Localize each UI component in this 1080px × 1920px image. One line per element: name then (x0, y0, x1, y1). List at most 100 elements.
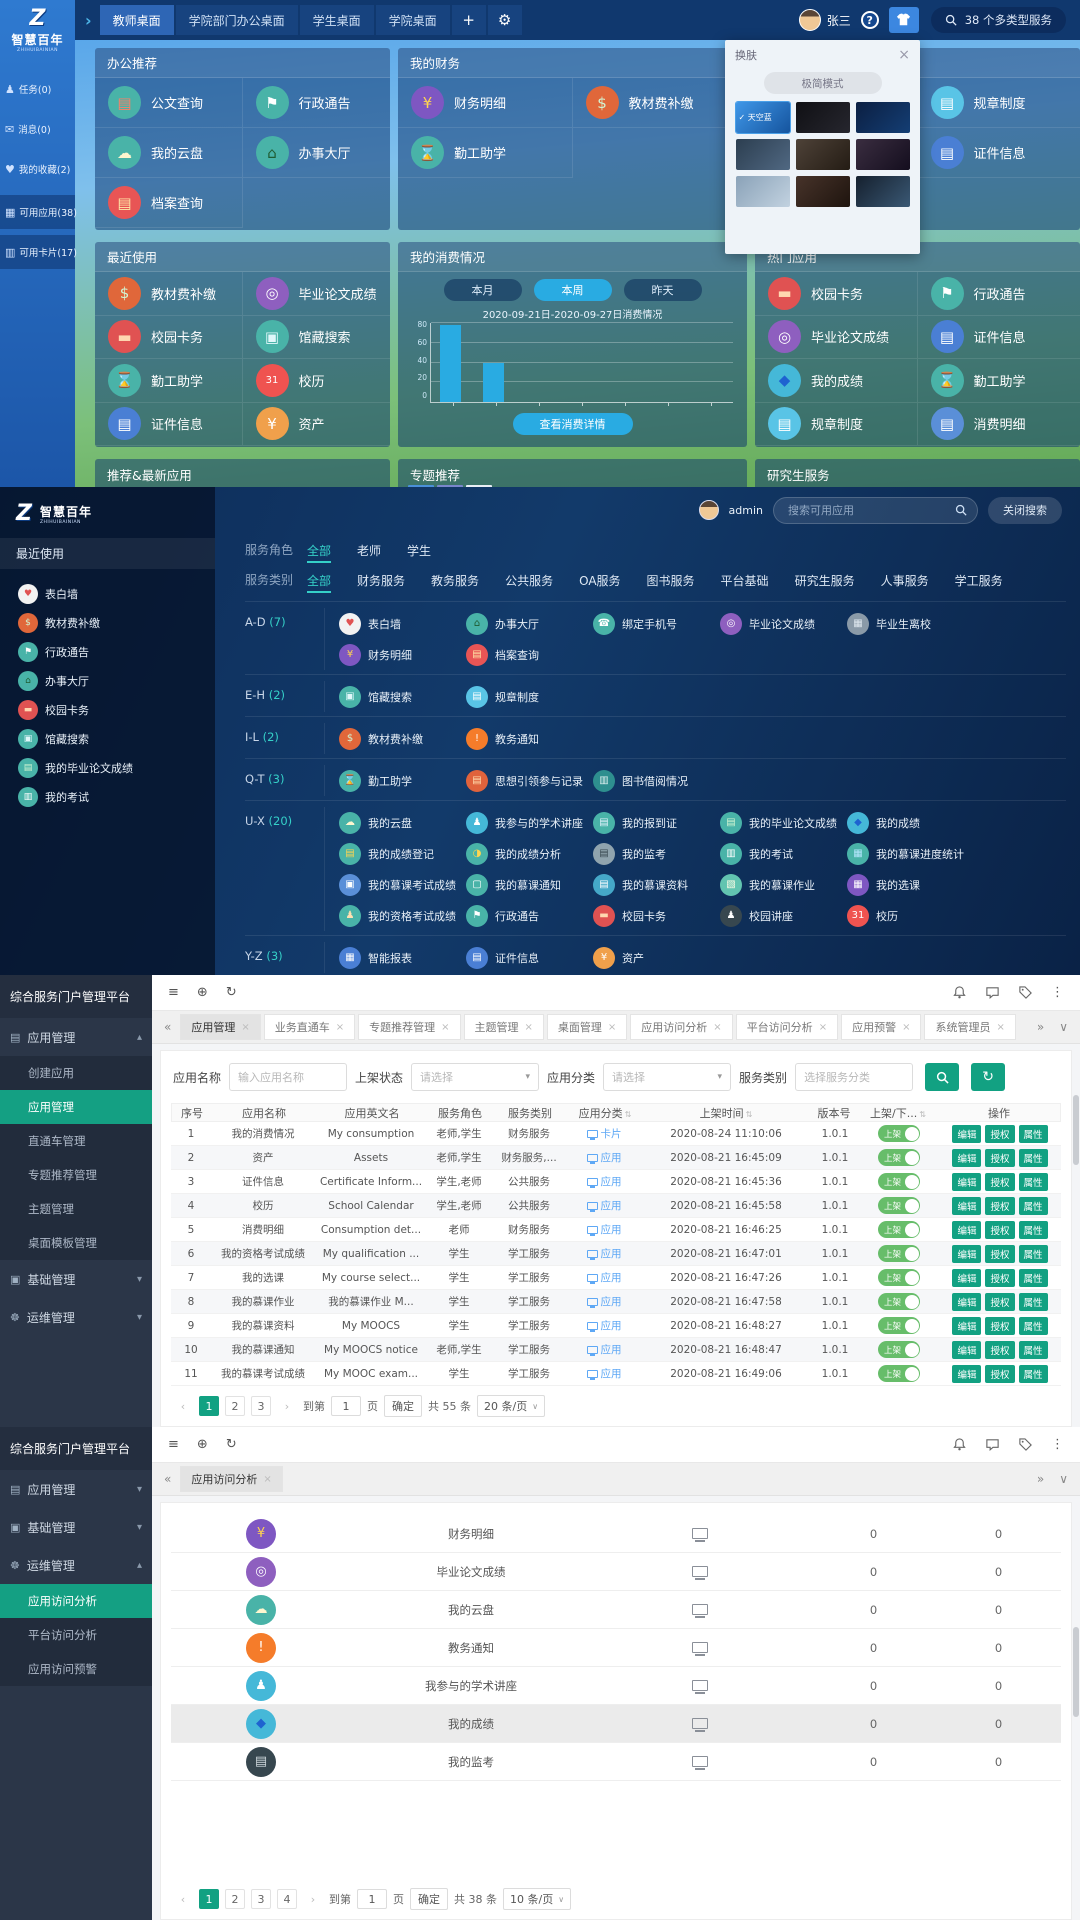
app-item[interactable]: ▢我的慕课通知 (466, 869, 593, 900)
confirm-button[interactable]: 确定 (384, 1395, 422, 1417)
app-item[interactable]: ▤思想引领参与记录 (466, 765, 593, 796)
tabs-caret-down-icon[interactable]: ∨ (1053, 1472, 1074, 1486)
kebab-menu-icon[interactable]: ⋮ (1051, 985, 1064, 1000)
menu-item[interactable]: 主题管理 (0, 1192, 152, 1226)
sidebar-item[interactable]: ✉消息(0) (0, 109, 75, 149)
goto-page-input[interactable] (357, 1889, 387, 1909)
app-type-link[interactable]: 应用 (587, 1270, 622, 1285)
publish-toggle[interactable]: 上架 (878, 1245, 920, 1262)
menu-group[interactable]: ▤应用管理▴ (0, 1018, 152, 1056)
op-button[interactable]: 编辑 (952, 1269, 981, 1287)
page-button[interactable]: 1 (199, 1396, 219, 1416)
avatar[interactable] (699, 500, 719, 520)
app-item[interactable]: 31校历 (243, 359, 391, 403)
app-item[interactable]: ⌛勤工助学 (398, 128, 573, 178)
menu-group[interactable]: ☸运维管理▴ (0, 1546, 152, 1584)
chevron-right-icon[interactable]: › (85, 11, 92, 30)
category-filter-select[interactable]: 请选择▾ (603, 1063, 731, 1091)
global-search[interactable]: 38 个多类型服务 (931, 7, 1066, 33)
menu-icon[interactable]: ≡ (168, 985, 179, 1000)
app-item[interactable]: $教材费补缴 (95, 272, 243, 316)
app-item[interactable]: ◆我的成绩 (755, 359, 918, 403)
app-item[interactable]: ▧我的慕课作业 (720, 869, 847, 900)
close-icon[interactable]: × (241, 1022, 249, 1033)
app-item[interactable]: ▤证件信息 (918, 128, 1080, 178)
app-item[interactable]: $教材费补缴 (339, 723, 466, 754)
chat-icon[interactable] (985, 985, 1000, 1000)
consumption-tab[interactable]: 本月 (444, 279, 522, 301)
publish-toggle[interactable]: 上架 (878, 1197, 920, 1214)
service-type-filter-input[interactable] (795, 1063, 913, 1091)
publish-toggle[interactable]: 上架 (878, 1341, 920, 1358)
app-item[interactable]: ⌂办事大厅 (18, 666, 215, 695)
app-item[interactable]: ▤公文查询 (95, 78, 243, 128)
app-item[interactable]: ▬校园卡务 (95, 316, 243, 360)
app-item[interactable]: ▤规章制度 (755, 403, 918, 447)
simple-mode-button[interactable]: 极简模式 (764, 72, 882, 94)
category-option[interactable]: 研究生服务 (795, 574, 855, 591)
op-button[interactable]: 属性 (1019, 1269, 1048, 1287)
workspace-tab[interactable]: 桌面管理× (547, 1014, 627, 1040)
page-button[interactable]: 1 (199, 1889, 219, 1909)
kebab-menu-icon[interactable]: ⋮ (1051, 1437, 1064, 1452)
menu-group[interactable]: ▣基础管理▾ (0, 1260, 152, 1298)
op-button[interactable]: 编辑 (952, 1221, 981, 1239)
skin-thumbnail[interactable] (736, 176, 790, 207)
workspace-tab[interactable]: 应用预警× (841, 1014, 921, 1040)
consumption-tab[interactable]: 本周 (534, 279, 612, 301)
op-button[interactable]: 编辑 (952, 1125, 981, 1143)
op-button[interactable]: 编辑 (952, 1317, 981, 1335)
state-filter-select[interactable]: 请选择▾ (411, 1063, 539, 1091)
publish-toggle[interactable]: 上架 (878, 1365, 920, 1382)
next-page-icon[interactable]: › (303, 1889, 323, 1909)
category-option[interactable]: 图书服务 (647, 574, 695, 591)
publish-toggle[interactable]: 上架 (878, 1125, 920, 1142)
app-item[interactable]: $教材费补缴 (18, 608, 215, 637)
workspace-tab[interactable]: 专题推荐管理× (358, 1014, 460, 1040)
app-item[interactable]: ▤我的毕业论文成绩 (720, 807, 847, 838)
op-button[interactable]: 属性 (1019, 1293, 1048, 1311)
app-item[interactable]: ¥资产 (593, 942, 720, 973)
op-button[interactable]: 编辑 (952, 1365, 981, 1383)
app-item[interactable]: ▦智能报表 (339, 942, 466, 973)
close-icon[interactable]: × (608, 1022, 616, 1033)
app-item[interactable]: ♥表白墙 (18, 579, 215, 608)
app-type-link[interactable]: 应用 (587, 1366, 622, 1381)
op-button[interactable]: 授权 (985, 1149, 1014, 1167)
tag-icon[interactable] (1018, 985, 1033, 1000)
refresh-icon[interactable]: ↻ (226, 985, 237, 1000)
menu-icon[interactable]: ≡ (168, 1437, 179, 1452)
page-button[interactable]: 3 (251, 1889, 271, 1909)
category-option[interactable]: OA服务 (579, 574, 620, 591)
help-icon[interactable]: ? (861, 11, 879, 29)
app-item[interactable]: ⌂办事大厅 (243, 128, 391, 178)
skin-thumbnail[interactable] (796, 139, 850, 170)
page-size-select[interactable]: 20 条/页∨ (477, 1395, 545, 1417)
app-item[interactable]: ▤规章制度 (466, 681, 593, 712)
skin-shirt-icon[interactable] (889, 7, 919, 33)
menu-item[interactable]: 直通车管理 (0, 1124, 152, 1158)
skin-thumbnail[interactable] (736, 139, 790, 170)
scrollbar[interactable] (1073, 1627, 1079, 1717)
op-button[interactable]: 编辑 (952, 1293, 981, 1311)
refresh-icon[interactable]: ↻ (226, 1437, 237, 1452)
menu-item[interactable]: 应用访问预警 (0, 1652, 152, 1686)
op-button[interactable]: 属性 (1019, 1365, 1048, 1383)
app-item[interactable]: ▤我的报到证 (593, 807, 720, 838)
close-icon[interactable]: × (336, 1022, 344, 1033)
app-type-link[interactable]: 应用 (587, 1246, 622, 1261)
op-button[interactable]: 编辑 (952, 1149, 981, 1167)
page-button[interactable]: 3 (251, 1396, 271, 1416)
menu-item[interactable]: 专题推荐管理 (0, 1158, 152, 1192)
workspace-tab[interactable]: 主题管理× (464, 1014, 544, 1040)
sidebar-item[interactable]: ♥我的收藏(2) (0, 149, 75, 189)
category-option[interactable]: 财务服务 (357, 574, 405, 591)
app-item[interactable]: ⚑行政通告 (466, 900, 593, 931)
app-item[interactable]: ☁我的云盘 (95, 128, 243, 178)
app-name-filter-input[interactable] (229, 1063, 347, 1091)
op-button[interactable]: 授权 (985, 1125, 1014, 1143)
app-item[interactable]: ♟我参与的学术讲座 (466, 807, 593, 838)
skin-thumbnail[interactable] (856, 176, 910, 207)
op-button[interactable]: 授权 (985, 1293, 1014, 1311)
app-item[interactable]: ¥财务明细 (398, 78, 573, 128)
